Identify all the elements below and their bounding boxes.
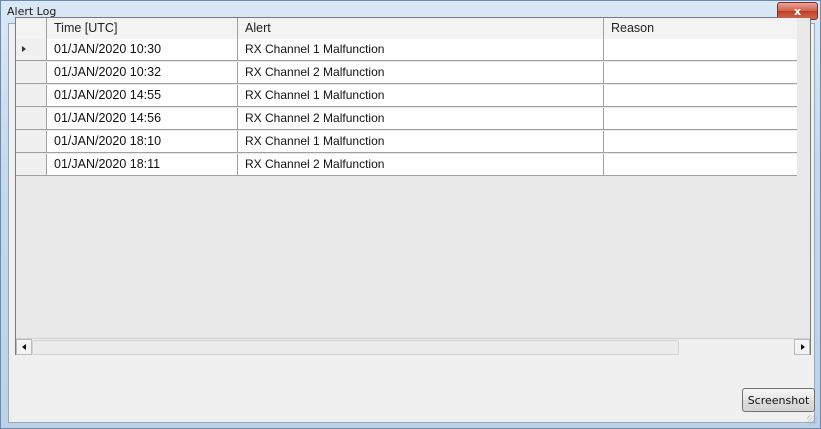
alert-grid[interactable]: Time [UTC] Alert Reason 01/JAN/2020 10:3… xyxy=(15,17,811,355)
time-cell[interactable]: 01/JAN/2020 14:55 xyxy=(47,85,238,107)
row-header[interactable] xyxy=(16,39,47,61)
alert-cell[interactable]: RX Channel 1 Malfunction xyxy=(238,39,604,61)
grid-header: Time [UTC] Alert Reason xyxy=(16,18,797,40)
scroll-left-arrow-icon xyxy=(22,344,26,350)
scroll-left-button[interactable] xyxy=(16,339,32,355)
horizontal-scrollbar[interactable] xyxy=(16,338,810,355)
scrollbar-thumb[interactable] xyxy=(32,340,679,355)
alert-cell[interactable]: RX Channel 2 Malfunction xyxy=(238,62,604,84)
row-header[interactable] xyxy=(16,154,47,176)
row-header-corner xyxy=(16,18,47,39)
time-cell[interactable]: 01/JAN/2020 14:56 xyxy=(47,108,238,130)
reason-cell[interactable] xyxy=(604,39,797,61)
column-header-time[interactable]: Time [UTC] xyxy=(47,18,238,39)
reason-cell[interactable] xyxy=(604,108,797,130)
row-header[interactable] xyxy=(16,85,47,107)
reason-cell[interactable] xyxy=(604,154,797,176)
scroll-right-arrow-icon xyxy=(801,344,805,350)
table-row[interactable]: 01/JAN/2020 18:10 RX Channel 1 Malfuncti… xyxy=(16,131,797,153)
alert-cell[interactable]: RX Channel 2 Malfunction xyxy=(238,108,604,130)
table-row[interactable]: 01/JAN/2020 18:11 RX Channel 2 Malfuncti… xyxy=(16,154,797,176)
close-icon: x xyxy=(793,4,802,18)
time-cell[interactable]: 01/JAN/2020 10:32 xyxy=(47,62,238,84)
time-cell[interactable]: 01/JAN/2020 18:10 xyxy=(47,131,238,153)
resize-grip[interactable] xyxy=(807,415,817,425)
alert-cell[interactable]: RX Channel 1 Malfunction xyxy=(238,131,604,153)
table-row[interactable]: 01/JAN/2020 10:32 RX Channel 2 Malfuncti… xyxy=(16,62,797,84)
alert-log-window: Alert Log x Time [UTC] Alert Reason 01/J… xyxy=(0,0,821,429)
time-cell[interactable]: 01/JAN/2020 10:30 xyxy=(47,39,238,61)
table-row[interactable]: 01/JAN/2020 10:30 RX Channel 1 Malfuncti… xyxy=(16,39,797,61)
current-row-arrow-icon xyxy=(22,46,26,52)
row-header[interactable] xyxy=(16,62,47,84)
reason-cell[interactable] xyxy=(604,62,797,84)
screenshot-button[interactable]: Screenshot xyxy=(742,388,815,412)
table-row[interactable]: 01/JAN/2020 14:55 RX Channel 1 Malfuncti… xyxy=(16,85,797,107)
alert-cell[interactable]: RX Channel 1 Malfunction xyxy=(238,85,604,107)
reason-cell[interactable] xyxy=(604,85,797,107)
row-header[interactable] xyxy=(16,131,47,153)
reason-cell[interactable] xyxy=(604,131,797,153)
time-cell[interactable]: 01/JAN/2020 18:11 xyxy=(47,154,238,176)
scroll-right-button[interactable] xyxy=(794,339,810,355)
alert-cell[interactable]: RX Channel 2 Malfunction xyxy=(238,154,604,176)
row-header[interactable] xyxy=(16,108,47,130)
column-header-reason[interactable]: Reason xyxy=(604,18,797,39)
column-header-alert[interactable]: Alert xyxy=(238,18,604,39)
table-row[interactable]: 01/JAN/2020 14:56 RX Channel 2 Malfuncti… xyxy=(16,108,797,130)
